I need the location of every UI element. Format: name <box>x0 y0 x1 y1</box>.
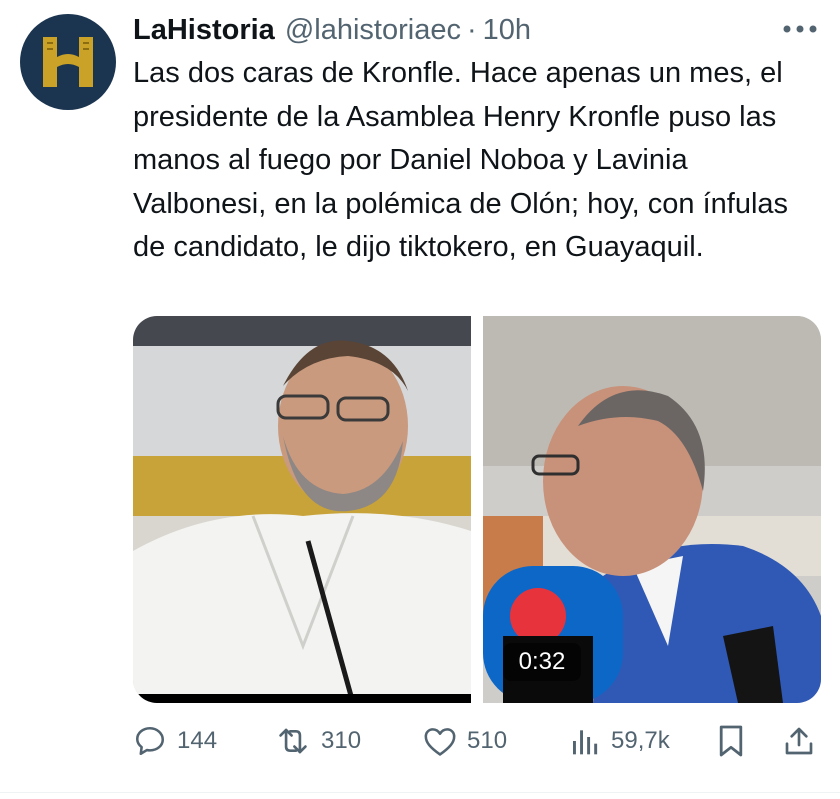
bookmark-icon <box>719 725 743 757</box>
tweet-header: LaHistoria @lahistoriaec · 10h <box>133 10 820 50</box>
repost-arrows-icon <box>279 728 307 754</box>
video-duration-badge: 0:32 <box>503 643 581 681</box>
tweet-video[interactable]: 0:32 <box>133 316 821 703</box>
separator-dot: · <box>466 13 477 46</box>
heart-icon <box>424 728 456 756</box>
author-name[interactable]: LaHistoria <box>133 14 275 47</box>
like-button[interactable]: 510 <box>423 718 507 764</box>
video-frame-left <box>133 316 471 703</box>
tweet-divider <box>0 792 840 793</box>
tweet-text: Las dos caras de Kronfle. Hace apenas un… <box>133 57 789 263</box>
share-button[interactable] <box>783 718 815 764</box>
views-count: 59,7k <box>611 727 670 754</box>
reply-count: 144 <box>177 727 218 754</box>
reply-button[interactable]: 144 <box>133 718 217 764</box>
tweet-timestamp[interactable]: 10h <box>483 14 531 47</box>
avatar[interactable] <box>20 14 116 110</box>
author-handle[interactable]: @lahistoriaec <box>285 14 461 47</box>
bookmark-button[interactable] <box>717 718 745 764</box>
analytics-bars-icon <box>573 730 598 755</box>
repost-button[interactable]: 310 <box>275 718 361 764</box>
share-icon <box>785 727 813 755</box>
lahistoria-h-logo-icon <box>43 37 93 87</box>
more-dots-icon <box>783 25 817 33</box>
views-button[interactable]: 59,7k <box>569 718 670 764</box>
reply-bubble-icon <box>135 726 165 756</box>
like-count: 510 <box>467 727 508 754</box>
more-options-button[interactable] <box>780 14 820 44</box>
tweet-action-bar: 144 310 510 59,7k <box>133 718 823 764</box>
repost-count: 310 <box>321 727 362 754</box>
